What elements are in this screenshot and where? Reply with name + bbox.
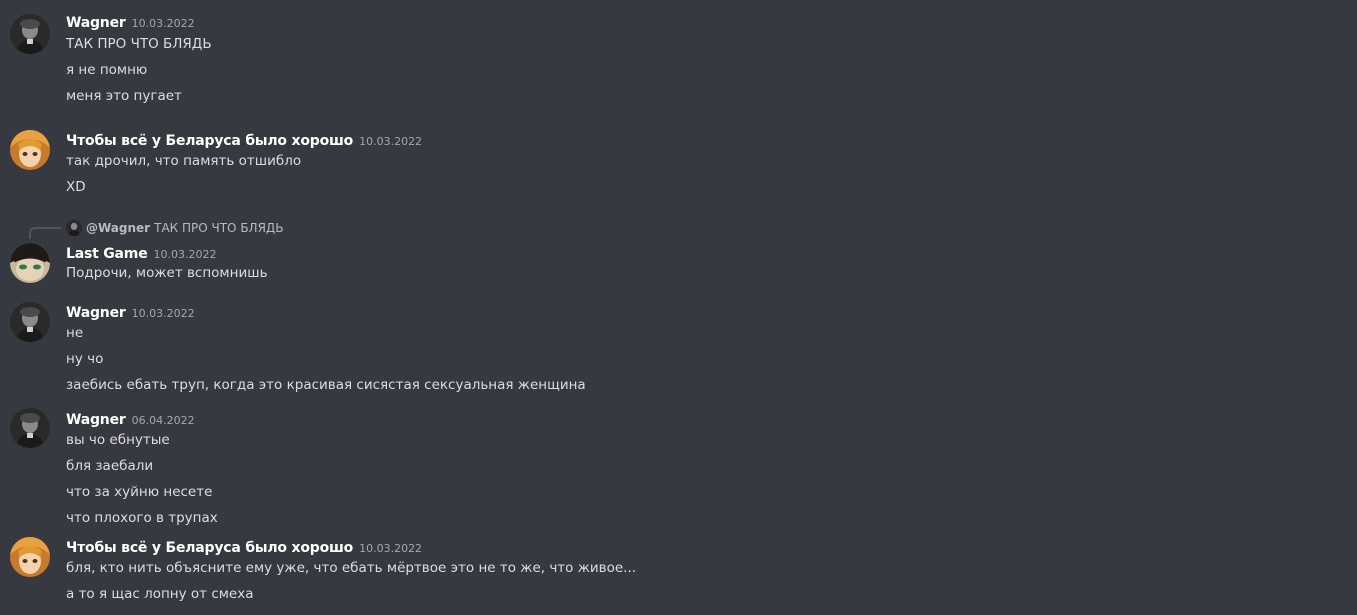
message-text: а то я щас лопну от смеха xyxy=(66,586,254,602)
username[interactable]: Wagner xyxy=(66,305,126,321)
green-eyed-anime-avatar[interactable] xyxy=(10,243,50,283)
message-text: заебись ебать труп, когда это красивая с… xyxy=(66,377,586,393)
timestamp: 10.03.2022 xyxy=(131,17,195,30)
message-text: бля, кто нить объясните ему уже, что еба… xyxy=(66,560,637,576)
timestamp: 10.03.2022 xyxy=(359,542,423,555)
blonde-anime-avatar[interactable] xyxy=(10,130,50,170)
timestamp: 10.03.2022 xyxy=(153,248,217,261)
message-text: что плохого в трупах xyxy=(66,510,218,526)
username[interactable]: Чтобы всё у Беларуса было хорошо xyxy=(66,540,353,556)
message-text: так дрочил, что память отшибло xyxy=(66,153,302,169)
message-text: XD xyxy=(66,179,86,195)
blonde-anime-avatar[interactable] xyxy=(10,537,50,577)
username[interactable]: Чтобы всё у Беларуса было хорошо xyxy=(66,133,353,149)
username[interactable]: Wagner xyxy=(66,412,126,428)
timestamp: 06.04.2022 xyxy=(131,414,195,427)
message-text: бля заебали xyxy=(66,458,154,474)
message-text: вы чо ебнутые xyxy=(66,432,170,448)
message-text: ну чо xyxy=(66,351,104,367)
timestamp: 10.03.2022 xyxy=(131,307,195,320)
timestamp: 10.03.2022 xyxy=(359,135,423,148)
message-text: ТАК ПРО ЧТО БЛЯДЬ xyxy=(66,36,212,52)
username[interactable]: Last Game xyxy=(66,246,148,262)
message-text: не xyxy=(66,325,84,341)
reply-preview[interactable]: @Wagner ТАК ПРО ЧТО БЛЯДЬ xyxy=(66,220,284,236)
wagner-avatar[interactable] xyxy=(10,408,50,448)
reply-connector xyxy=(29,227,61,239)
username[interactable]: Wagner xyxy=(66,15,126,31)
wagner-avatar[interactable] xyxy=(10,302,50,342)
chat-messages: Wagner 10.03.2022 ТАК ПРО ЧТО БЛЯДЬ я не … xyxy=(0,0,1357,615)
wagner-avatar[interactable] xyxy=(10,14,50,54)
message-text: я не помню xyxy=(66,62,148,78)
message-text: Подрочи, может вспомнишь xyxy=(66,265,268,281)
message-text: что за хуйню несете xyxy=(66,484,213,500)
wagner-avatar xyxy=(66,220,82,236)
reply-author[interactable]: @Wagner xyxy=(86,221,150,235)
message-text: меня это пугает xyxy=(66,88,182,104)
reply-text: ТАК ПРО ЧТО БЛЯДЬ xyxy=(154,221,284,235)
